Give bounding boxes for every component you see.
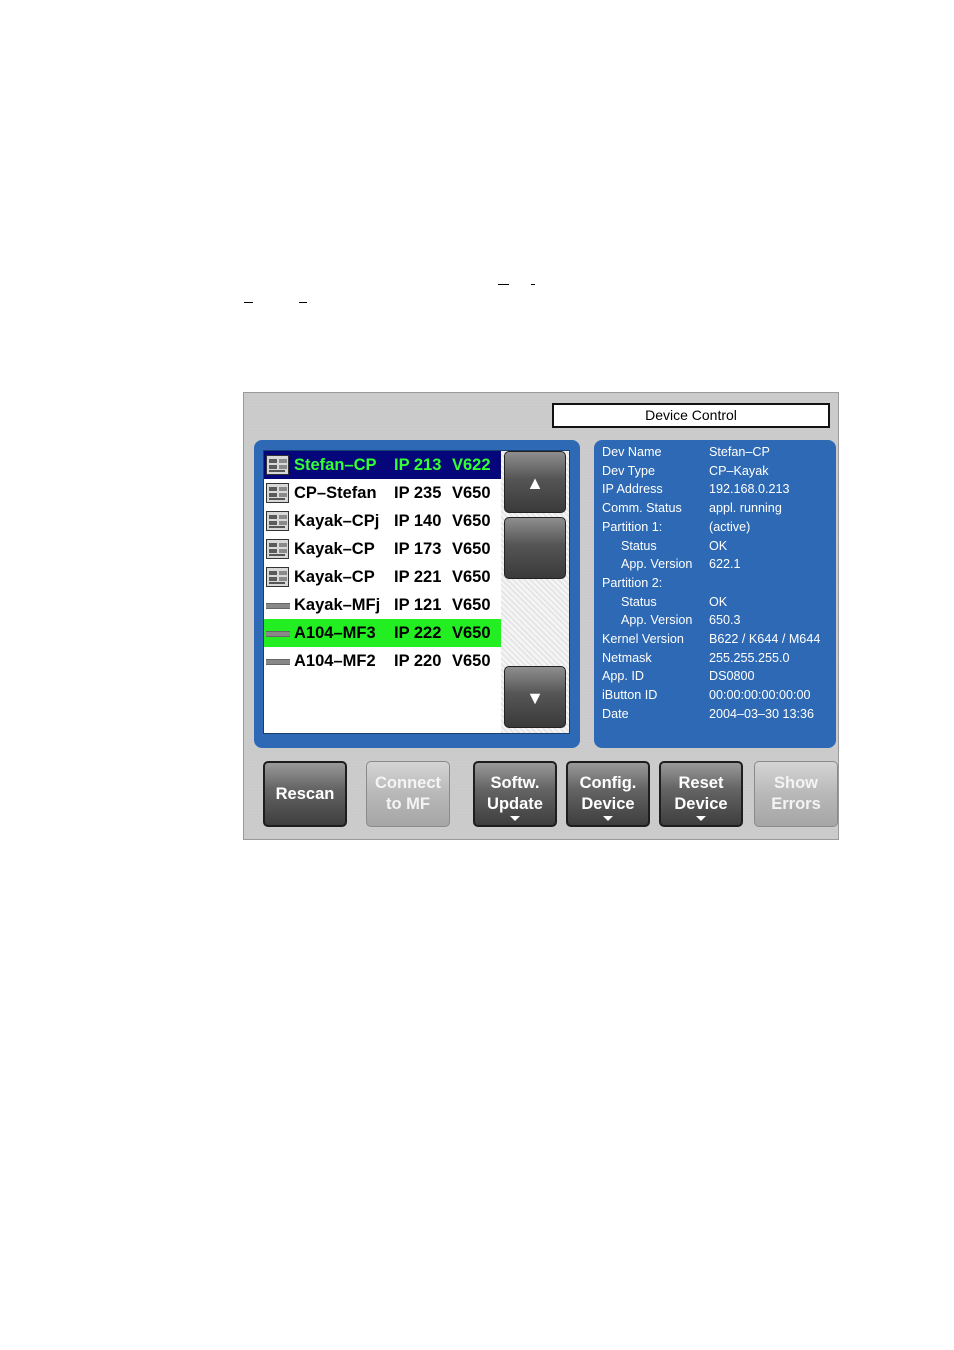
- rescan-button[interactable]: Rescan: [263, 761, 347, 827]
- button-label-line2: Device: [581, 795, 635, 813]
- device-control-panel: Device Control Stefan–CP IP 213 V622 CP–Ste…: [243, 392, 839, 840]
- info-label: Partition 1:: [602, 519, 663, 534]
- info-label: iButton ID: [602, 688, 658, 703]
- device-ip: IP 235: [394, 483, 442, 502]
- control-panel-icon: [266, 482, 290, 504]
- control-panel-icon: [266, 538, 290, 560]
- info-value: 650.3: [709, 613, 741, 628]
- device-version: V650: [452, 567, 491, 586]
- device-ip: IP 220: [394, 651, 442, 670]
- control-panel-icon: [266, 454, 290, 476]
- device-row[interactable]: Kayak–MFj IP 121 V650: [264, 591, 502, 619]
- show-errors-button[interactable]: Show Errors: [754, 761, 838, 827]
- device-row[interactable]: A104–MF2 IP 220 V650: [264, 647, 502, 675]
- info-label: Comm. Status: [602, 501, 682, 516]
- info-value: Stefan–CP: [709, 445, 770, 459]
- device-name: A104–MF3: [294, 623, 376, 642]
- scroll-thumb[interactable]: [504, 517, 566, 579]
- button-label-line2: Update: [487, 795, 543, 813]
- device-row[interactable]: Kayak–CPj IP 140 V650: [264, 507, 502, 535]
- mainframe-icon: [266, 622, 290, 644]
- device-row[interactable]: Stefan–CP IP 213 V622: [264, 451, 502, 479]
- info-label: App. Version: [621, 557, 693, 572]
- info-value: 192.168.0.213: [709, 482, 790, 497]
- info-value: appl. running: [709, 501, 782, 516]
- device-row[interactable]: A104–MF3 IP 222 V650: [264, 619, 502, 647]
- info-label: Partition 2:: [602, 575, 663, 590]
- window-title: Device Control: [552, 403, 830, 428]
- info-label: App. Version: [621, 613, 693, 628]
- reset-device-button[interactable]: Reset Device: [659, 761, 743, 827]
- triangle-down-icon: ▼: [526, 688, 544, 708]
- button-label-line1: Config.: [579, 774, 637, 792]
- info-value: 00:00:00:00:00:00: [709, 688, 811, 703]
- info-value: 622.1: [709, 557, 741, 572]
- device-ip: IP 121: [394, 595, 442, 614]
- info-value: (active): [709, 519, 751, 534]
- triangle-up-icon: ▲: [526, 473, 544, 493]
- software-update-button[interactable]: Softw. Update: [473, 761, 557, 827]
- info-value: DS0800: [709, 669, 755, 684]
- info-label: Netmask: [602, 650, 652, 665]
- device-version: V650: [452, 595, 491, 614]
- device-version: V650: [452, 511, 491, 530]
- device-info-panel: Dev Name Stefan–CP Dev Type CP–Kayak IP Addr…: [594, 440, 836, 748]
- info-label: IP Address: [602, 482, 663, 497]
- info-label: Kernel Version: [602, 632, 684, 646]
- info-label: App. ID: [602, 669, 644, 684]
- device-version: V622: [452, 455, 491, 474]
- device-ip: IP 221: [394, 567, 442, 586]
- scroll-up-button[interactable]: ▲: [504, 451, 566, 513]
- info-label: Dev Name: [602, 445, 662, 459]
- config-device-button[interactable]: Config. Device: [566, 761, 650, 827]
- device-version: V650: [452, 651, 491, 670]
- device-ip: IP 213: [394, 455, 442, 474]
- device-version: V650: [452, 483, 491, 502]
- control-panel-icon: [266, 566, 290, 588]
- device-version: V650: [452, 539, 491, 558]
- device-name: Kayak–CP: [294, 567, 375, 586]
- button-label-line2: to MF: [386, 795, 430, 813]
- device-name: Kayak–CP: [294, 539, 375, 558]
- button-label-line2: Device: [674, 795, 728, 813]
- device-name: CP–Stefan: [294, 483, 377, 502]
- device-name: Kayak–MFj: [294, 595, 381, 614]
- button-label-line2: Errors: [771, 795, 821, 813]
- info-value: 2004–03–30 13:36: [709, 706, 815, 721]
- info-value: OK: [709, 594, 728, 609]
- info-label: Date: [602, 706, 629, 721]
- button-label-line1: Show: [774, 774, 818, 792]
- device-name: A104–MF2: [294, 651, 376, 670]
- control-panel-icon: [266, 510, 290, 532]
- device-row[interactable]: Kayak–CP IP 221 V650: [264, 563, 502, 591]
- info-value: OK: [709, 538, 728, 553]
- connect-to-mf-button[interactable]: Connect to MF: [366, 761, 450, 827]
- device-row[interactable]: CP–Stefan IP 235 V650: [264, 479, 502, 507]
- info-value: 255.255.255.0: [709, 650, 790, 665]
- info-label: Dev Type: [602, 463, 655, 478]
- mainframe-icon: [266, 594, 290, 616]
- button-label-line1: Softw.: [490, 774, 540, 792]
- dropdown-arrow-icon: [696, 816, 706, 821]
- info-label: Status: [621, 594, 657, 609]
- device-ip: IP 140: [394, 511, 442, 530]
- button-label-line1: Reset: [678, 774, 724, 792]
- device-version: V650: [452, 623, 491, 642]
- device-ip: IP 173: [394, 539, 442, 558]
- info-label: Status: [621, 538, 657, 553]
- device-name: Kayak–CPj: [294, 511, 380, 530]
- device-name: Stefan–CP: [294, 455, 377, 474]
- device-list[interactable]: Stefan–CP IP 213 V622 CP–Stefan IP 235 V650 Ka…: [263, 450, 570, 734]
- device-ip: IP 222: [394, 623, 442, 642]
- scroll-down-button[interactable]: ▼: [504, 666, 566, 728]
- dropdown-arrow-icon: [510, 816, 520, 821]
- dropdown-arrow-icon: [603, 816, 613, 821]
- device-list-frame: Stefan–CP IP 213 V622 CP–Stefan IP 235 V650 Ka…: [254, 440, 580, 748]
- button-label-line1: Rescan: [275, 784, 335, 803]
- info-value: B622 / K644 / M644: [709, 632, 821, 646]
- mainframe-icon: [266, 650, 290, 672]
- button-label-line1: Connect: [375, 774, 441, 792]
- device-row[interactable]: Kayak–CP IP 173 V650: [264, 535, 502, 563]
- info-value: CP–Kayak: [709, 463, 769, 478]
